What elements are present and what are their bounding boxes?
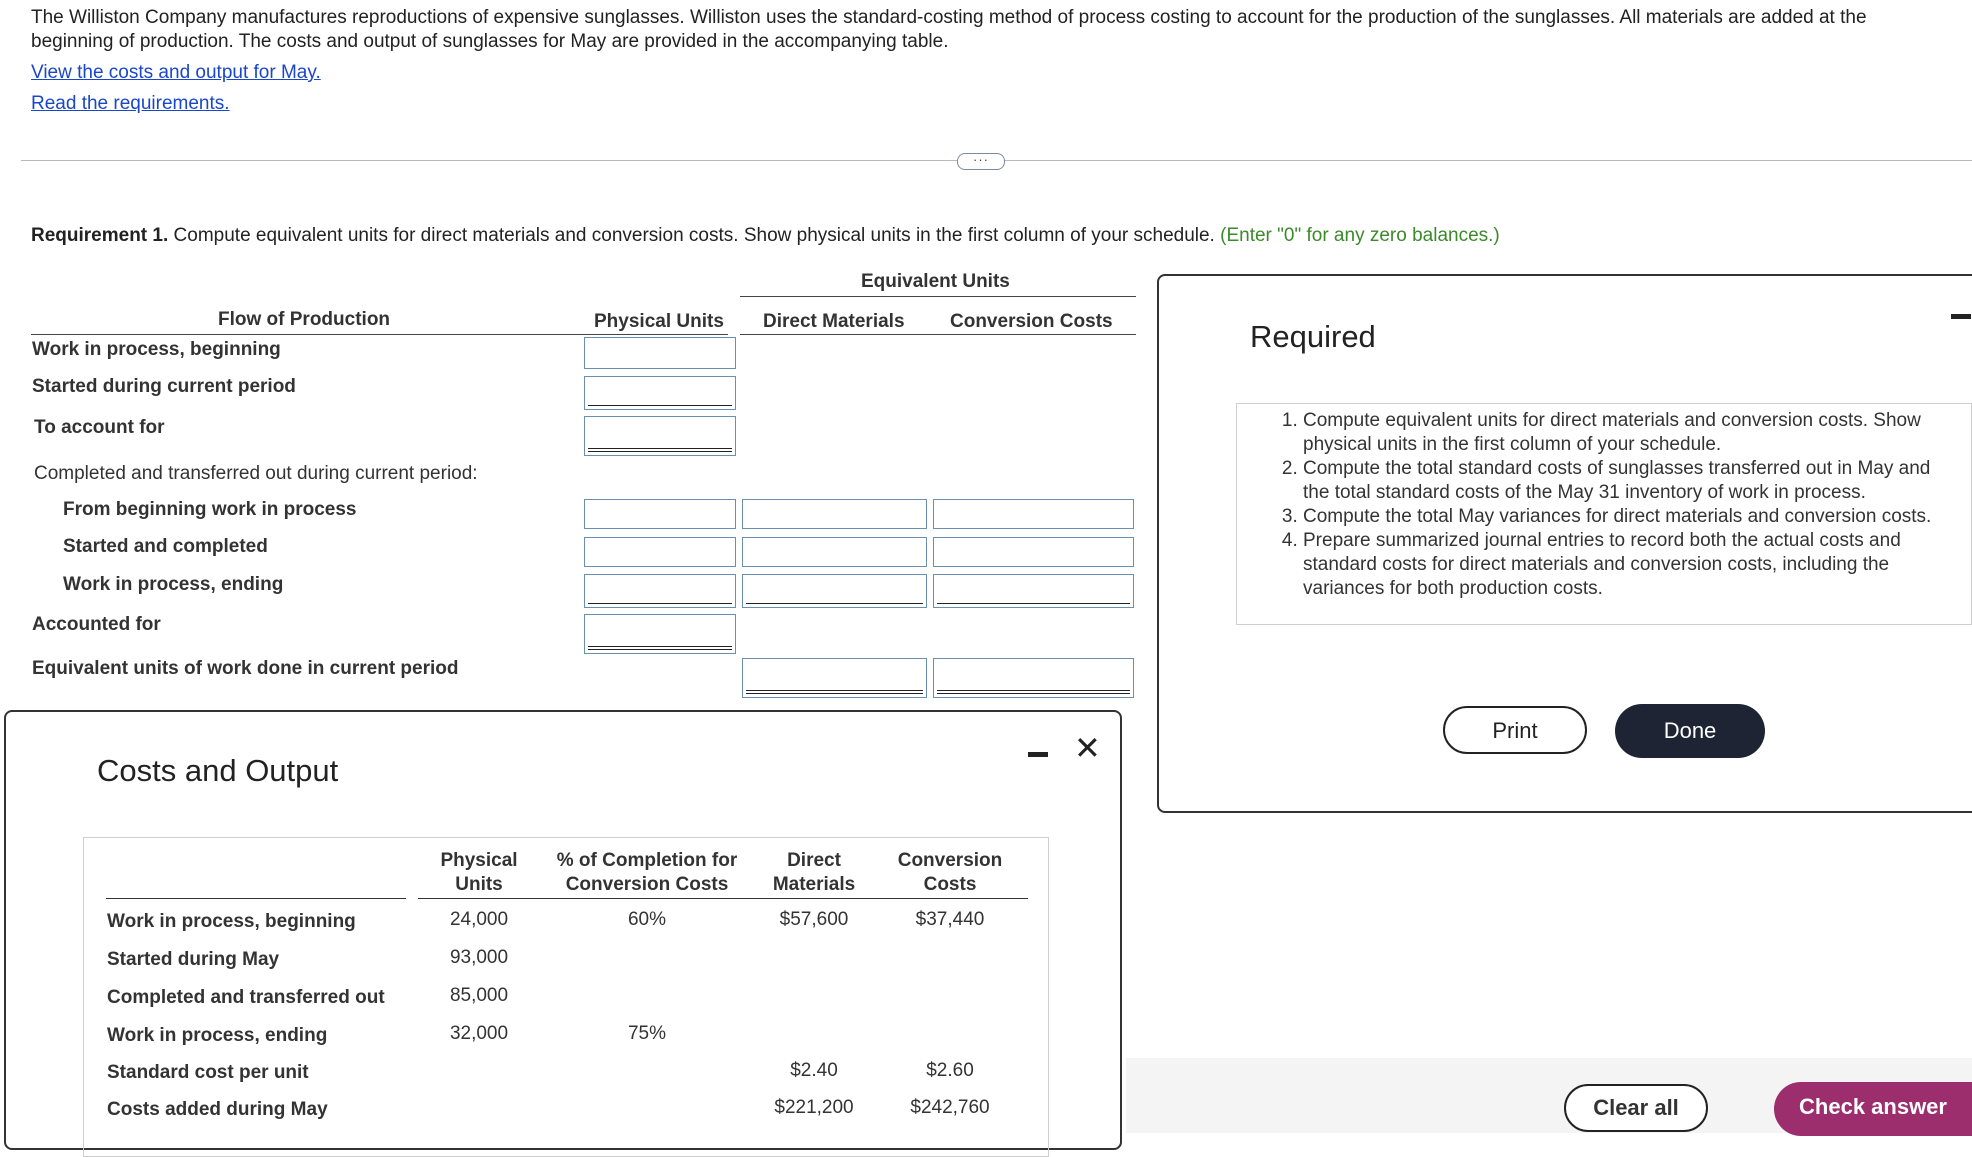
physical-units-header: Physical Units bbox=[594, 311, 724, 332]
view-costs-link[interactable]: View the costs and output for May. bbox=[31, 62, 321, 84]
co-row-physical: 93,000 bbox=[449, 947, 509, 968]
physical-to-account-input[interactable] bbox=[584, 416, 736, 456]
co-row-cc: $2.60 bbox=[926, 1060, 974, 1081]
row-accounted-for: Accounted for bbox=[32, 614, 161, 635]
co-row-physical: 32,000 bbox=[449, 1023, 509, 1044]
minimize-icon[interactable] bbox=[1951, 314, 1971, 319]
requirement-1-hint: (Enter "0" for any zero balances.) bbox=[1220, 225, 1500, 246]
physical-accounted-input[interactable] bbox=[584, 614, 736, 654]
done-button[interactable]: Done bbox=[1615, 704, 1765, 758]
cc-wip-ending-input[interactable] bbox=[933, 574, 1134, 608]
co-row-physical: 85,000 bbox=[449, 985, 509, 1006]
co-row-cc: $37,440 bbox=[915, 909, 985, 930]
row-to-account-for: To account for bbox=[34, 417, 165, 438]
clear-all-button[interactable]: Clear all bbox=[1564, 1084, 1708, 1132]
requirement-item: Compute the total May variances for dire… bbox=[1303, 505, 1959, 529]
problem-intro: The Williston Company manufactures repro… bbox=[31, 7, 1867, 52]
co-row-pct: 75% bbox=[627, 1023, 667, 1044]
requirement-item: Compute equivalent units for direct mate… bbox=[1303, 409, 1959, 457]
row-completed-header: Completed and transferred out during cur… bbox=[34, 463, 478, 484]
co-row-label: Completed and transferred out bbox=[107, 987, 385, 1008]
co-row-cc: $242,760 bbox=[910, 1097, 990, 1118]
requirement-item: Prepare summarized journal entries to re… bbox=[1303, 529, 1959, 601]
physical-wip-beginning-input[interactable] bbox=[584, 337, 736, 369]
dm-equivalent-units-input[interactable] bbox=[742, 658, 927, 698]
check-answer-button[interactable]: Check answer bbox=[1774, 1082, 1972, 1136]
required-title: Required bbox=[1250, 319, 1376, 354]
conversion-costs-header: Conversion Costs bbox=[950, 311, 1113, 332]
co-row-pct: 60% bbox=[627, 909, 667, 930]
cc-equivalent-units-input[interactable] bbox=[933, 658, 1134, 698]
read-requirements-link[interactable]: Read the requirements. bbox=[31, 93, 230, 115]
requirement-item: Compute the total standard costs of sung… bbox=[1303, 457, 1959, 505]
dm-started-completed-input[interactable] bbox=[742, 537, 927, 567]
co-header-rule-values bbox=[418, 898, 1028, 899]
row-from-beginning-wip: From beginning work in process bbox=[63, 499, 357, 520]
costs-output-table: Physical Units % of Completion for Conve… bbox=[83, 837, 1049, 1157]
direct-materials-header: Direct Materials bbox=[763, 311, 905, 332]
costs-output-modal: Costs and Output ✕ Physical Units % of C… bbox=[4, 710, 1122, 1157]
eq-header-rule bbox=[740, 334, 1136, 335]
physical-started-completed-input[interactable] bbox=[584, 537, 736, 567]
co-header-pct: % of Completion for Conversion Costs bbox=[556, 850, 738, 895]
dm-from-begin-input[interactable] bbox=[742, 499, 927, 529]
co-row-label: Work in process, ending bbox=[107, 1025, 328, 1046]
row-wip-ending: Work in process, ending bbox=[63, 574, 284, 595]
row-started-current: Started during current period bbox=[32, 376, 296, 397]
row-equivalent-units: Equivalent units of work done in current… bbox=[32, 658, 459, 679]
physical-from-begin-input[interactable] bbox=[584, 499, 736, 529]
co-row-physical: 24,000 bbox=[449, 909, 509, 930]
equivalent-units-header: Equivalent Units bbox=[861, 271, 1010, 292]
cc-started-completed-input[interactable] bbox=[933, 537, 1134, 567]
co-header-rule-label bbox=[106, 898, 406, 899]
physical-wip-ending-input[interactable] bbox=[584, 574, 736, 608]
co-header-dm: Direct Materials bbox=[772, 850, 856, 895]
co-row-dm: $57,600 bbox=[779, 909, 849, 930]
close-icon[interactable]: ✕ bbox=[1074, 732, 1101, 764]
co-row-dm: $2.40 bbox=[790, 1060, 838, 1081]
equivalent-units-rule bbox=[740, 296, 1136, 297]
flow-of-production-header: Flow of Production bbox=[218, 309, 391, 330]
flow-header-rule bbox=[31, 334, 728, 335]
co-header-physical: Physical Units bbox=[440, 850, 518, 895]
row-started-completed: Started and completed bbox=[63, 536, 268, 557]
row-wip-beginning: Work in process, beginning bbox=[32, 339, 281, 360]
requirement-1-label: Requirement 1. bbox=[31, 225, 169, 246]
requirement-1-text: Compute equivalent units for direct mate… bbox=[168, 225, 1221, 246]
required-modal: Required Compute equivalent units for di… bbox=[1157, 274, 1972, 813]
requirement-1-instructions: Requirement 1. Compute equivalent units … bbox=[31, 225, 1500, 247]
co-row-label: Started during May bbox=[107, 949, 280, 970]
cc-from-begin-input[interactable] bbox=[933, 499, 1134, 529]
print-button[interactable]: Print bbox=[1443, 706, 1587, 754]
costs-output-title: Costs and Output bbox=[97, 753, 339, 788]
co-row-label: Costs added during May bbox=[107, 1099, 328, 1120]
co-header-cc: Conversion Costs bbox=[897, 850, 1003, 895]
co-row-label: Standard cost per unit bbox=[107, 1062, 309, 1083]
physical-started-input[interactable] bbox=[584, 376, 736, 410]
requirements-list-box: Compute equivalent units for direct mate… bbox=[1236, 403, 1972, 625]
dm-wip-ending-input[interactable] bbox=[742, 574, 927, 608]
requirements-list: Compute equivalent units for direct mate… bbox=[1237, 404, 1971, 601]
minimize-icon[interactable] bbox=[1028, 752, 1048, 757]
co-row-dm: $221,200 bbox=[774, 1097, 854, 1118]
co-row-label: Work in process, beginning bbox=[107, 911, 356, 932]
expand-more-button[interactable]: ··· bbox=[957, 153, 1005, 170]
